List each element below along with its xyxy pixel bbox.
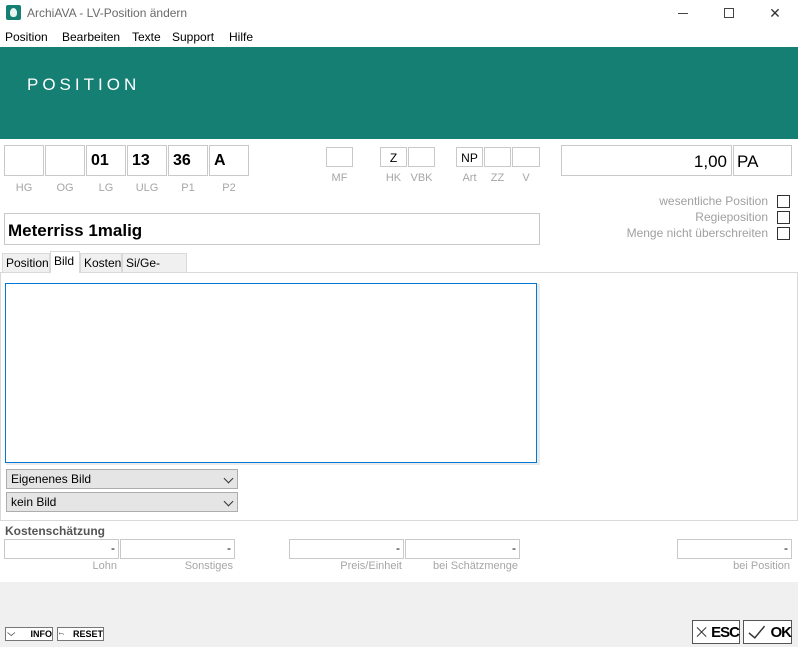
lohn-field[interactable]: - bbox=[4, 539, 119, 559]
bei-position-field[interactable]: - bbox=[677, 539, 792, 559]
reset-label: RESET bbox=[72, 629, 103, 639]
wesentliche-position-label: wesentliche Position bbox=[659, 194, 768, 208]
bei-position-label: bei Position bbox=[733, 560, 790, 572]
preis-einheit-field[interactable]: - bbox=[289, 539, 404, 559]
mf-label: MF bbox=[331, 172, 348, 184]
menu-texte[interactable]: Texte bbox=[132, 30, 161, 44]
chevron-down-icon bbox=[223, 496, 234, 507]
tab-bild[interactable]: Bild bbox=[50, 251, 80, 273]
image-preview-area[interactable] bbox=[5, 283, 537, 463]
unit-field[interactable]: PA bbox=[733, 145, 792, 176]
undo-icon bbox=[58, 632, 64, 636]
vbk-field[interactable] bbox=[408, 147, 435, 167]
menu-hilfe[interactable]: Hilfe bbox=[229, 30, 253, 44]
p1-field[interactable]: 36 bbox=[168, 145, 208, 176]
regieposition-label: Regieposition bbox=[695, 210, 768, 224]
reset-button[interactable]: RESET bbox=[57, 627, 104, 641]
menu-bearbeiten[interactable]: Bearbeiten bbox=[62, 30, 120, 44]
art-field[interactable]: NP bbox=[456, 147, 483, 167]
og-field[interactable] bbox=[45, 145, 85, 176]
header-banner: POSITION bbox=[0, 47, 798, 139]
sonstiges-label: Sonstiges bbox=[184, 560, 233, 572]
image-select-value: kein Bild bbox=[11, 495, 57, 509]
maximize-button[interactable] bbox=[706, 0, 752, 26]
tab-kosten[interactable]: Kosten bbox=[80, 253, 122, 272]
checkmark-icon bbox=[748, 625, 766, 639]
menge-nicht-ueberschreiten-label: Menge nicht überschreiten bbox=[626, 226, 768, 240]
mf-field[interactable] bbox=[326, 147, 353, 167]
page-title: POSITION bbox=[27, 75, 141, 94]
sonstiges-field[interactable]: - bbox=[120, 539, 235, 559]
ulg-label: ULG bbox=[135, 182, 159, 194]
v-field[interactable] bbox=[512, 147, 540, 167]
tab-position[interactable]: Position bbox=[2, 253, 50, 272]
wesentliche-position-checkbox[interactable] bbox=[777, 195, 790, 208]
esc-button[interactable]: ESC bbox=[692, 620, 740, 644]
image-area-shadow-bottom bbox=[6, 463, 540, 465]
menu-support[interactable]: Support bbox=[172, 30, 214, 44]
menu-bar: Position Bearbeiten Texte Support Hilfe bbox=[0, 29, 798, 47]
regieposition-checkbox[interactable] bbox=[777, 211, 790, 224]
art-label: Art bbox=[462, 172, 477, 184]
preis-einheit-label: Preis/Einheit bbox=[340, 560, 402, 572]
schaetzmenge-field[interactable]: - bbox=[405, 539, 520, 559]
zz-label: ZZ bbox=[490, 172, 505, 184]
info-button[interactable]: INFO bbox=[5, 627, 53, 641]
cancel-x-icon bbox=[696, 627, 707, 637]
close-icon: ✕ bbox=[769, 4, 781, 21]
ok-button[interactable]: OK bbox=[743, 620, 792, 644]
p2-field[interactable]: A bbox=[209, 145, 249, 176]
vbk-label: VBK bbox=[410, 172, 433, 184]
maximize-icon bbox=[724, 8, 734, 18]
lg-label: LG bbox=[98, 182, 114, 194]
p1-label: P1 bbox=[181, 182, 195, 194]
v-label: V bbox=[522, 172, 530, 184]
menge-nicht-ueberschreiten-checkbox[interactable] bbox=[777, 227, 790, 240]
close-button[interactable]: ✕ bbox=[752, 0, 798, 26]
hg-field[interactable] bbox=[4, 145, 44, 176]
minimize-button[interactable] bbox=[660, 0, 706, 26]
cost-section-title: Kostenschätzung bbox=[5, 524, 106, 538]
tab-si-ge-plan[interactable]: Si/Ge-Plan bbox=[122, 253, 187, 284]
image-area-shadow bbox=[537, 284, 540, 465]
lohn-label: Lohn bbox=[92, 560, 117, 572]
lg-field[interactable]: 01 bbox=[86, 145, 126, 176]
p2-label: P2 bbox=[222, 182, 236, 194]
image-select[interactable]: kein Bild bbox=[6, 492, 238, 512]
esc-label: ESC bbox=[711, 623, 740, 641]
title-bar: ArchiAVA - LV-Position ändern ✕ bbox=[0, 0, 798, 26]
hk-label: HK bbox=[385, 172, 402, 184]
window-title: ArchiAVA - LV-Position ändern bbox=[27, 6, 188, 20]
footer-bar bbox=[0, 582, 798, 647]
quantity-field[interactable]: 1,00 bbox=[561, 145, 732, 176]
hg-label: HG bbox=[15, 182, 33, 194]
short-text-field[interactable]: Meterriss 1malig bbox=[4, 213, 540, 245]
ulg-field[interactable]: 13 bbox=[127, 145, 167, 176]
schaetzmenge-label: bei Schätzmenge bbox=[433, 560, 518, 572]
hk-field[interactable]: Z bbox=[380, 147, 407, 167]
chevron-down-icon bbox=[223, 473, 234, 484]
menu-position[interactable]: Position bbox=[5, 30, 48, 44]
minimize-icon bbox=[678, 12, 688, 14]
image-source-select[interactable]: Eigenenes Bild bbox=[6, 469, 238, 489]
image-source-value: Eigenenes Bild bbox=[11, 472, 92, 486]
chevron-down-icon bbox=[7, 632, 16, 636]
og-label: OG bbox=[56, 182, 74, 194]
info-label: INFO bbox=[30, 629, 53, 639]
zz-field[interactable] bbox=[484, 147, 511, 167]
ok-label: OK bbox=[770, 623, 792, 641]
archiava-app-icon bbox=[6, 5, 21, 20]
